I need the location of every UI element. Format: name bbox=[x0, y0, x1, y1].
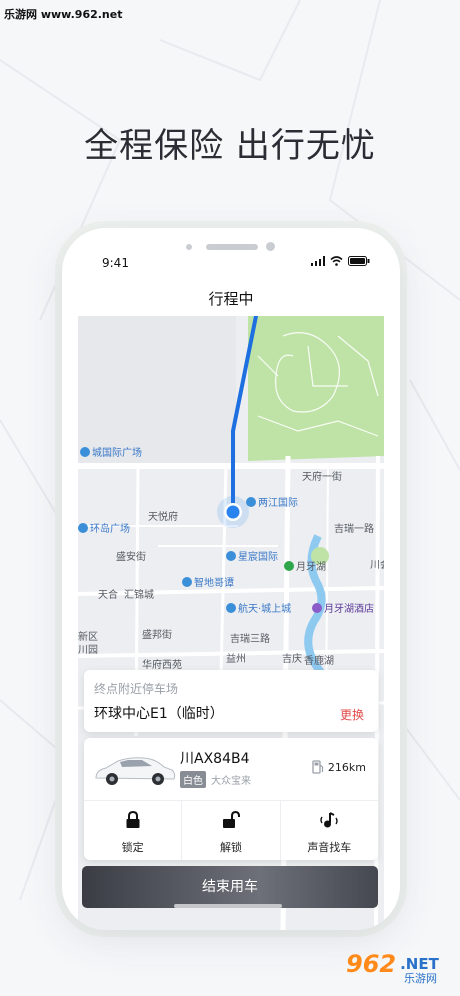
poi-icon bbox=[80, 447, 90, 457]
unlock-button[interactable]: 解锁 bbox=[181, 801, 279, 860]
camera-dot bbox=[186, 244, 192, 250]
poi-icon bbox=[226, 603, 236, 613]
map-label: 吉瑞三路 bbox=[230, 634, 270, 645]
map-label: 吉瑞一路 bbox=[334, 524, 374, 535]
poi-icon bbox=[78, 523, 88, 533]
map-label: 月牙湖酒店 bbox=[312, 600, 374, 615]
lock-icon bbox=[126, 811, 140, 828]
map-label: 香鹿湖 bbox=[304, 656, 334, 667]
map-label: 航天·城上城 bbox=[226, 600, 291, 615]
map-label: 吉庆 bbox=[282, 654, 302, 665]
car-model: 大众宝来 bbox=[211, 776, 251, 787]
promo-headline: 全程保险 出行无忧 bbox=[84, 126, 376, 166]
poi-icon bbox=[246, 497, 256, 507]
battery-icon bbox=[348, 256, 370, 266]
map-label: 智地哥谭 bbox=[182, 574, 234, 589]
car-color-tag: 白色 bbox=[180, 771, 206, 788]
map-label: 盛安街 bbox=[116, 552, 146, 563]
parking-card: 终点附近停车场 环球中心E1（临时） 更换 bbox=[84, 670, 378, 732]
sound-find-car-icon bbox=[320, 812, 339, 828]
fuel-range: 216km bbox=[312, 760, 366, 774]
map-label: 川会 bbox=[370, 560, 384, 571]
page-title: 行程中 bbox=[208, 290, 254, 308]
map-label: 盛邦街 bbox=[142, 630, 172, 641]
car-image bbox=[95, 757, 176, 785]
watermark-logo-number: 962 bbox=[346, 950, 397, 978]
change-parking-button[interactable]: 更换 bbox=[340, 706, 364, 723]
status-time: 9:41 bbox=[102, 256, 129, 270]
parking-name: 环球中心E1（临时） bbox=[94, 706, 224, 722]
wifi-icon bbox=[330, 256, 343, 266]
front-camera bbox=[266, 242, 275, 251]
map-label: 环岛广场 bbox=[78, 520, 130, 535]
end-trip-button[interactable]: 结束用车 bbox=[82, 866, 378, 908]
action-label: 声音找车 bbox=[307, 841, 352, 854]
car-card: 川AX84B4 白色 大众宝来 216km 锁定 解锁 声音找车 bbox=[84, 738, 378, 860]
car-actions: 锁定 解锁 声音找车 bbox=[84, 801, 378, 860]
map-label: 天合 bbox=[98, 590, 118, 601]
unlock-icon bbox=[222, 811, 240, 828]
action-label: 解锁 bbox=[219, 841, 242, 854]
license-plate: 川AX84B4 bbox=[180, 751, 250, 767]
map-label: 益州 bbox=[226, 654, 246, 665]
map-label: 天府一街 bbox=[302, 472, 342, 483]
fuel-icon bbox=[312, 760, 324, 774]
watermark-site-text: 乐游网 www.962.net bbox=[4, 8, 123, 21]
home-indicator bbox=[174, 904, 282, 908]
phone-mockup: 9:41 行程中 城国际广场 天府一街 天悦府 两江国际 环岛广场 吉瑞一路 盛… bbox=[62, 228, 400, 930]
park-area bbox=[248, 316, 384, 461]
map-label: 川园 bbox=[78, 645, 98, 656]
watermark-logo: 962 .NET 乐游网 bbox=[346, 950, 439, 985]
map-label: 城国际广场 bbox=[80, 444, 142, 459]
poi-icon bbox=[226, 551, 236, 561]
map-label: 月牙湖 bbox=[284, 558, 326, 573]
map-label: 星宸国际 bbox=[226, 548, 278, 563]
parking-caption: 终点附近停车场 bbox=[94, 682, 179, 696]
poi-icon bbox=[182, 577, 192, 587]
sound-find-car-button[interactable]: 声音找车 bbox=[279, 801, 378, 860]
hotel-icon bbox=[312, 603, 322, 613]
park-icon bbox=[284, 561, 294, 571]
map-label: 两江国际 bbox=[246, 494, 298, 509]
range-value: 216km bbox=[327, 760, 366, 774]
lock-button[interactable]: 锁定 bbox=[84, 801, 181, 860]
signal-icon bbox=[311, 256, 325, 266]
car-info: 白色 大众宝来 bbox=[180, 771, 251, 788]
map-label: 天悦府 bbox=[148, 512, 178, 523]
action-label: 锁定 bbox=[121, 841, 144, 854]
map-label: 汇锦城 bbox=[124, 590, 154, 601]
status-icons bbox=[311, 256, 370, 266]
watermark-logo-sub: 乐游网 bbox=[404, 972, 437, 985]
earpiece-speaker bbox=[206, 244, 258, 250]
map-label: 华府西苑 bbox=[142, 660, 182, 671]
